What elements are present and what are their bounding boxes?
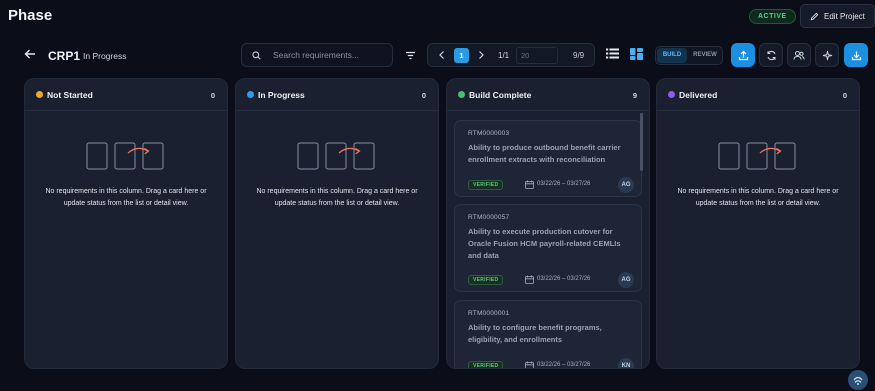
sparkle-icon [822, 50, 832, 60]
team-button[interactable] [787, 43, 811, 67]
build-mode-tab[interactable]: BUILD [657, 48, 687, 63]
download-icon [851, 51, 861, 60]
upload-button[interactable] [731, 43, 755, 67]
top-bar: Phase ACTIVE Edit Project [0, 0, 875, 33]
verified-badge: VERIFIED [468, 180, 504, 190]
calendar-icon [525, 180, 534, 189]
board-toolbar: CRP1 In Progress 1 1/1 20 9/9 [0, 40, 875, 70]
back-arrow-icon[interactable] [24, 48, 36, 60]
scrollbar[interactable] [640, 113, 643, 171]
empty-column-message: No requirements in this column. Drag a c… [677, 188, 839, 207]
column-header: Delivered 0 [657, 79, 859, 111]
empty-column-message: No requirements in this column. Drag a c… [256, 188, 418, 207]
status-dot [458, 91, 465, 98]
search-icon [252, 50, 261, 60]
list-view-icon[interactable] [606, 48, 619, 59]
column-title: In Progress [258, 90, 305, 100]
date-range: 03/22/26 – 03/27/26 [537, 362, 591, 368]
assignee-avatar[interactable]: AG [618, 272, 634, 288]
upload-icon [738, 50, 748, 60]
requirement-title: Ability to execute production cutover fo… [468, 227, 621, 260]
column-count: 0 [842, 91, 847, 100]
date-range: 03/22/26 – 03/27/26 [537, 276, 591, 282]
column-title: Build Complete [469, 90, 532, 100]
requirement-title: Ability to configure benefit programs, e… [468, 323, 602, 344]
calendar-icon [525, 275, 534, 284]
column-count: 0 [210, 91, 215, 100]
edit-project-label: Edit Project [824, 11, 865, 21]
board-view-icon[interactable] [630, 48, 643, 60]
column-header: Not Started 0 [25, 79, 227, 111]
column-build-complete[interactable]: Build Complete 9 RTM0000003 Ability to p… [446, 78, 650, 369]
users-icon [793, 50, 805, 60]
empty-board-icon [297, 142, 375, 170]
app-title: Phase [8, 7, 53, 24]
empty-board-icon [86, 142, 164, 170]
current-page[interactable]: 1 [454, 48, 469, 63]
column-in-progress[interactable]: In Progress 0 No requirements in this co… [235, 78, 439, 369]
date-range: 03/22/26 – 03/27/26 [537, 181, 591, 187]
pagination: 1 1/1 20 9/9 [427, 43, 595, 67]
requirement-id: RTM0000057 [468, 214, 510, 221]
empty-column-message: No requirements in this column. Drag a c… [45, 188, 207, 207]
ai-assist-button[interactable] [815, 43, 839, 67]
column-delivered[interactable]: Delivered 0 No requirements in this colu… [656, 78, 860, 369]
help-button[interactable] [848, 370, 868, 390]
requirement-card[interactable]: RTM0000001 Ability to configure benefit … [454, 300, 642, 368]
help-icon [853, 376, 863, 385]
page-count: 1/1 [498, 51, 510, 60]
requirement-card[interactable]: RTM0000057 Ability to execute production… [454, 204, 642, 292]
crp-status: In Progress [83, 51, 127, 61]
crp-name: CRP1 [48, 49, 81, 63]
column-header: Build Complete 9 [447, 79, 649, 111]
status-dot [247, 91, 254, 98]
search-box[interactable] [241, 43, 393, 67]
column-count: 9 [632, 91, 637, 100]
filter-button[interactable] [400, 45, 420, 65]
sync-button[interactable] [759, 43, 783, 67]
column-count: 0 [421, 91, 426, 100]
requirement-card[interactable]: RTM0000003 Ability to produce outbound b… [454, 120, 642, 197]
assignee-avatar[interactable]: AG [618, 177, 634, 193]
card-list[interactable]: RTM0000003 Ability to produce outbound b… [447, 112, 649, 368]
mode-toggle: BUILD REVIEW [655, 46, 723, 65]
chevron-right-icon[interactable] [477, 50, 485, 60]
empty-board-icon [718, 142, 796, 170]
filter-icon [405, 51, 415, 59]
column-header: In Progress 0 [236, 79, 438, 111]
requirement-id: RTM0000001 [468, 310, 510, 317]
download-button[interactable] [844, 43, 868, 67]
sync-icon [766, 50, 776, 60]
column-title: Not Started [47, 90, 93, 100]
search-input[interactable] [273, 50, 383, 60]
page-size-select[interactable]: 20 [516, 47, 558, 64]
assignee-avatar[interactable]: KN [618, 358, 634, 368]
chevron-left-icon[interactable] [438, 50, 446, 60]
review-mode-tab[interactable]: REVIEW [689, 48, 721, 63]
project-status-badge: ACTIVE [749, 9, 796, 24]
verified-badge: VERIFIED [468, 361, 504, 368]
status-dot [36, 91, 43, 98]
column-not-started[interactable]: Not Started 0 No requirements in this co… [24, 78, 228, 369]
column-title: Delivered [679, 90, 718, 100]
status-dot [668, 91, 675, 98]
edit-project-button[interactable]: Edit Project [800, 4, 875, 28]
item-range: 9/9 [573, 51, 585, 60]
edit-icon [810, 12, 819, 20]
calendar-icon [525, 361, 534, 368]
verified-badge: VERIFIED [468, 275, 504, 285]
requirement-title: Ability to produce outbound benefit carr… [468, 143, 621, 164]
requirement-id: RTM0000003 [468, 130, 510, 137]
